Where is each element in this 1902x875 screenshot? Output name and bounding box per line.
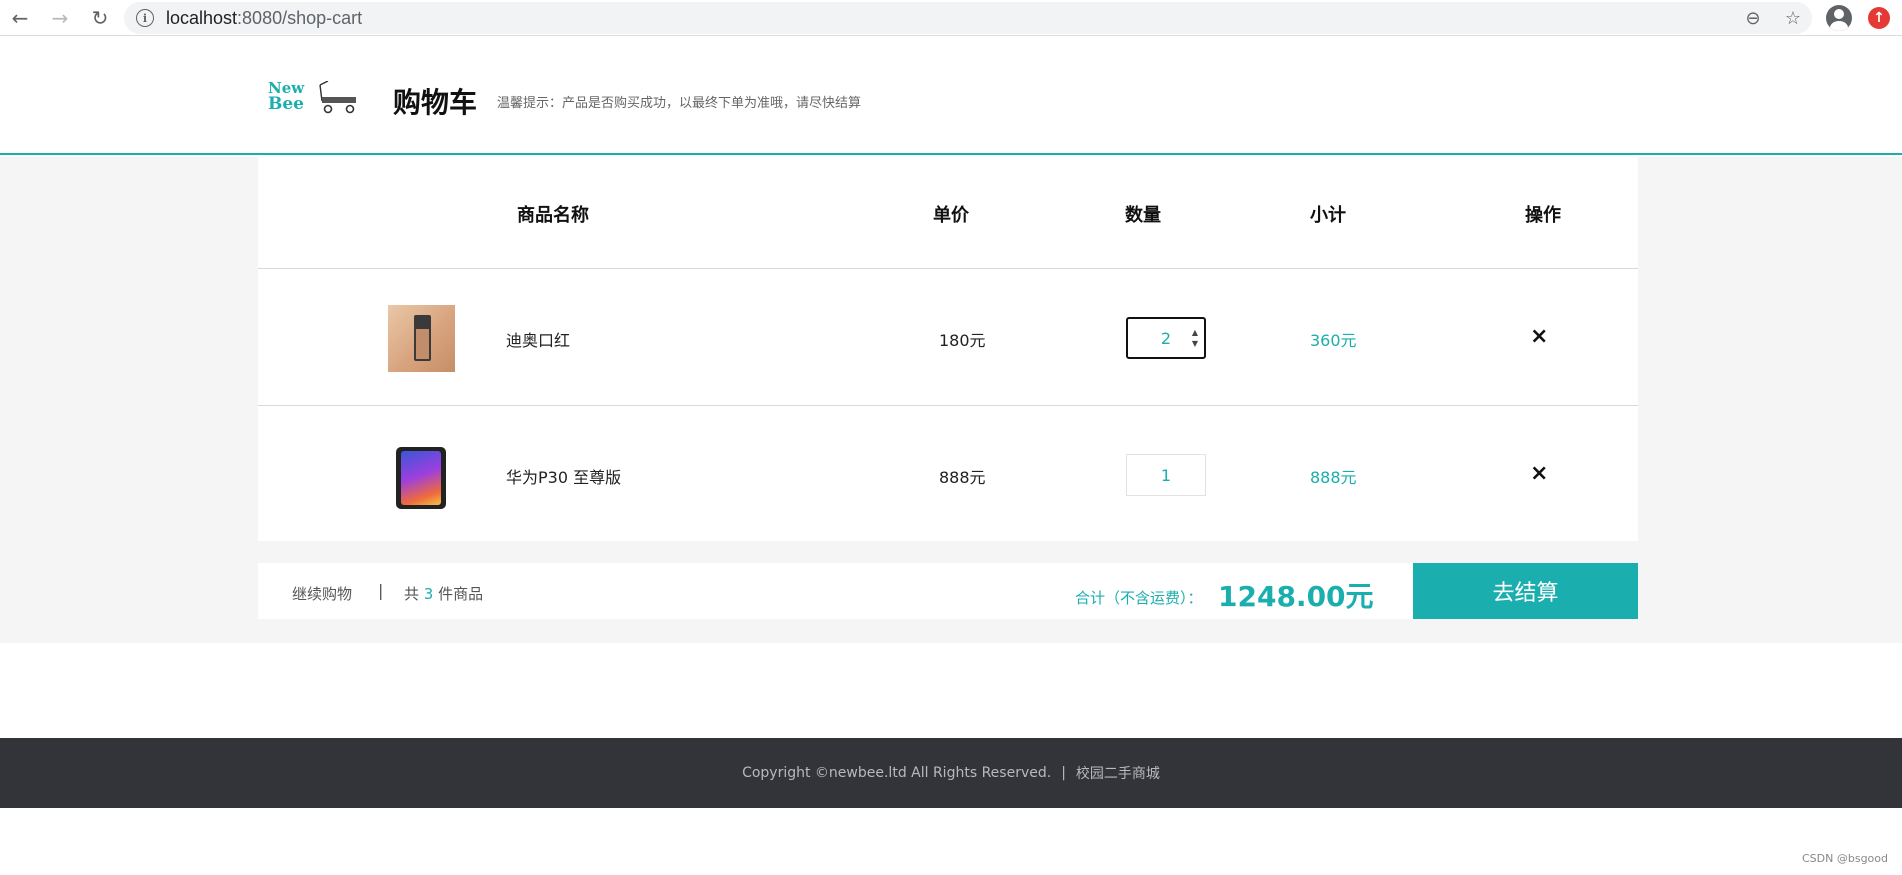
column-header-quantity: 数量 (1125, 205, 1161, 226)
column-header-price: 单价 (933, 205, 969, 226)
newbee-logo[interactable]: New Bee (268, 81, 362, 117)
browser-toolbar: ← → ↻ i localhost:8080/shop-cart ⊖ ☆ ↑ (0, 0, 1902, 36)
page-title: 购物车 (393, 86, 478, 119)
item-count-prefix: 共 (404, 585, 420, 603)
column-header-actions: 操作 (1525, 205, 1561, 226)
unit-price: 180元 (939, 331, 986, 350)
footer-divider: | (1061, 765, 1066, 781)
site-info-icon[interactable]: i (136, 9, 154, 27)
reload-icon[interactable]: ↻ (80, 0, 120, 36)
product-image[interactable] (388, 442, 455, 509)
product-name[interactable]: 华为P30 至尊版 (506, 464, 621, 488)
zoom-icon[interactable]: ⊖ (1742, 8, 1764, 29)
item-count-number: 3 (423, 585, 434, 603)
delete-icon[interactable]: × (1530, 461, 1548, 486)
cart-table-header: 商品名称 单价 数量 小计 操作 (258, 157, 1638, 269)
quantity-spinner-icon[interactable]: ▲ ▼ (1190, 327, 1200, 349)
bookmark-star-icon[interactable]: ☆ (1782, 8, 1804, 29)
site-header: New Bee 购物车 温馨提示：产品是否购买成功，以最终下单为准哦，请尽快结算 (0, 37, 1902, 155)
url-text[interactable]: localhost:8080/shop-cart (166, 8, 362, 29)
cart-summary-bar: 继续购物 | 共 3 件商品 合计（不含运费）： 1248.00元 去结算 (258, 563, 1638, 619)
url-host: localhost (166, 7, 238, 28)
update-arrow-icon[interactable]: ↑ (1868, 7, 1890, 29)
warm-tip: 温馨提示：产品是否购买成功，以最终下单为准哦，请尽快结算 (497, 96, 862, 111)
profile-avatar-icon[interactable] (1826, 5, 1852, 31)
cart-wagon-icon (319, 81, 356, 114)
summary-separator: | (378, 581, 384, 600)
unit-price: 888元 (939, 468, 986, 487)
total-amount: 1248.00元 (1218, 580, 1374, 613)
column-header-subtotal: 小计 (1310, 205, 1346, 226)
forward-arrow-icon[interactable]: → (40, 0, 80, 36)
item-count-suffix: 件商品 (438, 585, 484, 603)
row-subtotal: 888元 (1310, 468, 1357, 487)
cart-row: 华为P30 至尊版 888元 1 888元 × (258, 407, 1638, 543)
product-name[interactable]: 迪奥口红 (506, 327, 570, 351)
total-label: 合计（不含运费）： (1075, 589, 1203, 607)
row-subtotal: 360元 (1310, 331, 1357, 350)
footer-site-name[interactable]: 校园二手商城 (1076, 763, 1160, 783)
quantity-input[interactable]: 2 ▲ ▼ (1126, 317, 1206, 359)
checkout-button[interactable]: 去结算 (1413, 563, 1638, 619)
column-header-name: 商品名称 (517, 205, 589, 226)
delete-icon[interactable]: × (1530, 324, 1548, 349)
cart-row: 迪奥口红 180元 2 ▲ ▼ 360元 × (258, 270, 1638, 406)
continue-shopping-link[interactable]: 继续购物 (292, 583, 352, 604)
logo-text-bee: Bee (268, 94, 305, 114)
quantity-value: 2 (1160, 328, 1172, 348)
back-arrow-icon[interactable]: ← (0, 0, 40, 36)
quantity-input[interactable]: 1 (1126, 454, 1206, 496)
watermark: CSDN @bsgood (1802, 852, 1888, 865)
url-path: :8080/shop-cart (237, 7, 363, 28)
item-count: 共 3 件商品 (404, 583, 483, 604)
quantity-value: 1 (1160, 465, 1172, 485)
cart-table: 商品名称 单价 数量 小计 操作 迪奥口红 180元 2 ▲ ▼ 360元 × 华… (258, 157, 1638, 541)
copyright-text: Copyright ©newbee.ltd All Rights Reserve… (742, 765, 1052, 781)
site-footer: Copyright ©newbee.ltd All Rights Reserve… (0, 738, 1902, 808)
product-image[interactable] (388, 305, 455, 372)
address-bar[interactable]: i localhost:8080/shop-cart ⊖ ☆ (124, 2, 1812, 34)
